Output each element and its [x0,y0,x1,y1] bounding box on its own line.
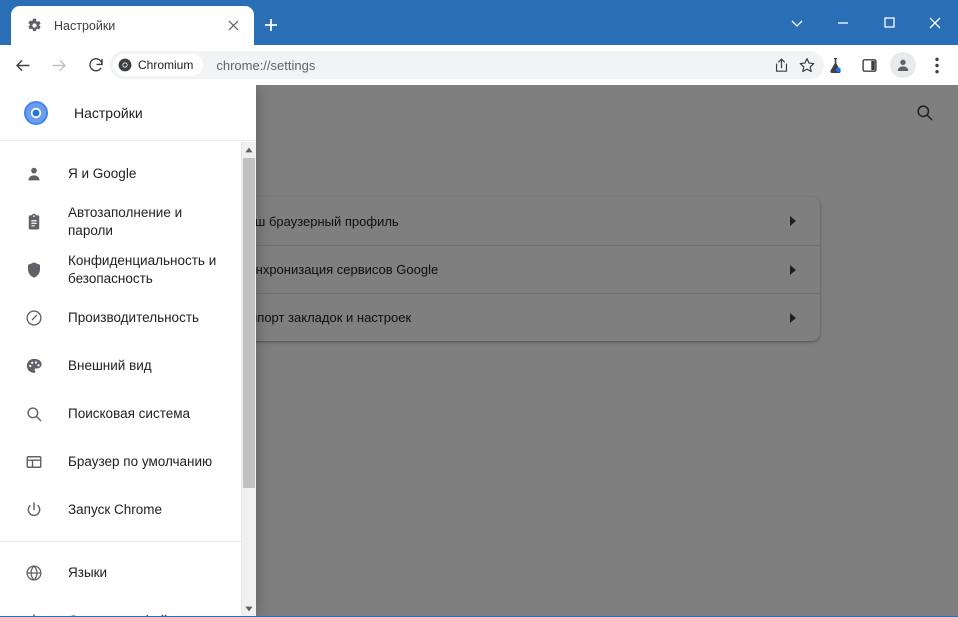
reload-icon[interactable] [81,50,111,80]
avatar [890,52,916,78]
window-controls [774,0,958,45]
sidebar-item-search-engine[interactable]: Поисковая система [0,390,241,438]
sidebar-item-label: Внешний вид [68,358,152,373]
toolbar-right-icons [818,50,954,80]
sidebar-item-default-browser[interactable]: Браузер по умолчанию [0,438,241,486]
address-bar[interactable]: Chromium chrome://settings [110,51,824,79]
omnibox-actions [768,51,820,79]
sidebar-item-label: Запуск Chrome [68,502,162,517]
sidebar-item-label: Автозаполнение и пароли [68,205,183,238]
person-icon [24,164,44,184]
tab-title: Настройки [54,18,116,33]
chromium-logo-icon [24,100,48,125]
drawer-header: Настройки [0,85,256,141]
scroll-down-arrow-icon[interactable] [242,601,256,616]
tab-strip: Настройки [0,0,958,45]
menu-divider [0,541,241,542]
sidebar-item-label: Конфиденциальность и безопасность [68,253,217,286]
site-identity-label: Chromium [138,58,194,72]
sidebar-item-languages[interactable]: Языки [0,549,241,597]
drawer-title: Настройки [74,104,143,121]
experiments-flask-icon[interactable] [820,50,850,80]
globe-icon [24,563,44,583]
side-panel-icon[interactable] [854,50,884,80]
scrollbar-thumb[interactable] [243,158,255,488]
star-icon[interactable] [794,52,820,78]
power-icon [24,500,44,520]
address-bar-url: chrome://settings [216,57,316,73]
gear-icon [26,18,42,34]
sidebar-item-label: Я и Google [68,166,137,181]
sidebar-item-performance[interactable]: Производительность [0,294,241,342]
sidebar-item-label: Поисковая система [68,406,191,421]
sidebar-item-privacy-security[interactable]: Конфиденциальность и безопасность [0,246,241,294]
site-identity-chip[interactable]: Chromium [113,54,204,76]
settings-page: Ваш браузерный профиль Синхронизация сер… [0,85,958,616]
drawer-menu: Я и Google Автозаполнение и пароли Конфи… [0,142,241,616]
sidebar-item-label: Языки [68,565,108,580]
chromium-icon [118,58,132,72]
sidebar-item-startup[interactable]: Запуск Chrome [0,486,241,534]
maximize-icon[interactable] [866,3,912,43]
settings-drawer: Настройки Я и Google Автозаполнение и па… [0,85,256,616]
profile-avatar-icon[interactable] [888,50,918,80]
minimize-icon[interactable] [820,3,866,43]
scroll-up-arrow-icon[interactable] [242,142,256,157]
sidebar-item-appearance[interactable]: Внешний вид [0,342,241,390]
palette-icon [24,356,44,376]
clipboard-icon [24,212,44,232]
sidebar-item-downloads[interactable]: Скачанные файлы [0,597,241,616]
menu-kebab-icon[interactable] [922,50,952,80]
sidebar-item-you-and-google[interactable]: Я и Google [0,150,241,198]
sidebar-item-autofill-passwords[interactable]: Автозаполнение и пароли [0,198,241,246]
speedometer-icon [24,308,44,328]
share-icon[interactable] [768,52,794,78]
drawer-scrollbar[interactable] [241,142,256,616]
chevron-down-icon[interactable] [774,3,820,43]
browser-tab[interactable]: Настройки [11,6,254,45]
search-icon [24,404,44,424]
sidebar-item-label: Производительность [68,310,200,325]
sidebar-item-label: Браузер по умолчанию [68,454,213,469]
new-tab-button[interactable] [258,12,284,38]
close-tab-icon[interactable] [222,15,244,37]
browser-window: Настройки Chromium chrome://settings Нас… [0,0,958,617]
shield-icon [24,260,44,280]
back-arrow-icon[interactable] [7,50,37,80]
close-icon[interactable] [912,3,958,43]
forward-arrow-icon [44,50,74,80]
browser-window-icon [24,452,44,472]
